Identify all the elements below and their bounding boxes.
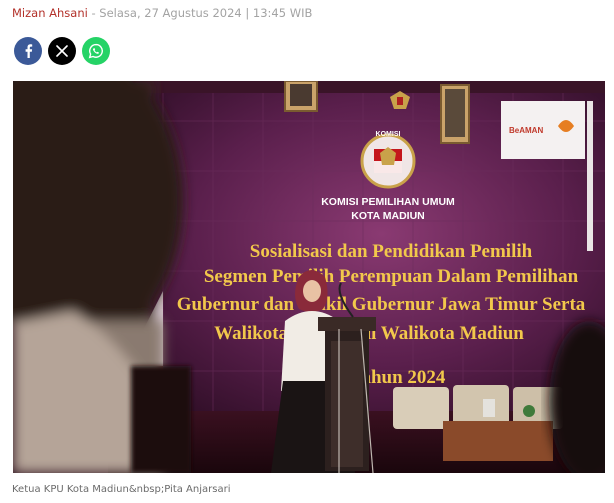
article-photo: KOMISI KOMISI PEMILIHAN UMUM KOTA MADIUN… [13,81,605,473]
author-name[interactable]: Mizan Ahsani [12,6,88,20]
sponsor-text: BeAMAN [509,126,543,135]
x-icon [56,45,68,57]
facebook-share-button[interactable] [14,37,42,65]
logo-top-text: KOMISI [376,131,401,138]
byline-separator: - [87,6,100,20]
publish-datetime: Selasa, 27 Agustus 2024 | 13:45 WIB [99,6,313,20]
banner-line-1: Sosialisasi dan Pendidikan Pemilih [250,241,533,262]
whatsapp-icon [88,43,103,59]
banner-line-2: Segmen Pemilih Perempuan Dalam Pemilihan [204,266,579,287]
facebook-icon [25,44,33,58]
share-buttons [14,37,110,65]
banner-city: KOTA MADIUN [351,210,425,222]
photo-caption: Ketua KPU Kota Madiun&nbsp;Pita Anjarsar… [12,484,231,495]
whatsapp-share-button[interactable] [82,37,110,65]
banner-line-3: Gubernur dan Wakil Gubernur Jawa Timur S… [177,294,586,315]
article-byline: Mizan Ahsani - Selasa, 27 Agustus 2024 |… [12,5,312,21]
banner-org: KOMISI PEMILIHAN UMUM [321,196,455,208]
x-share-button[interactable] [48,37,76,65]
kpu-logo [360,133,416,189]
